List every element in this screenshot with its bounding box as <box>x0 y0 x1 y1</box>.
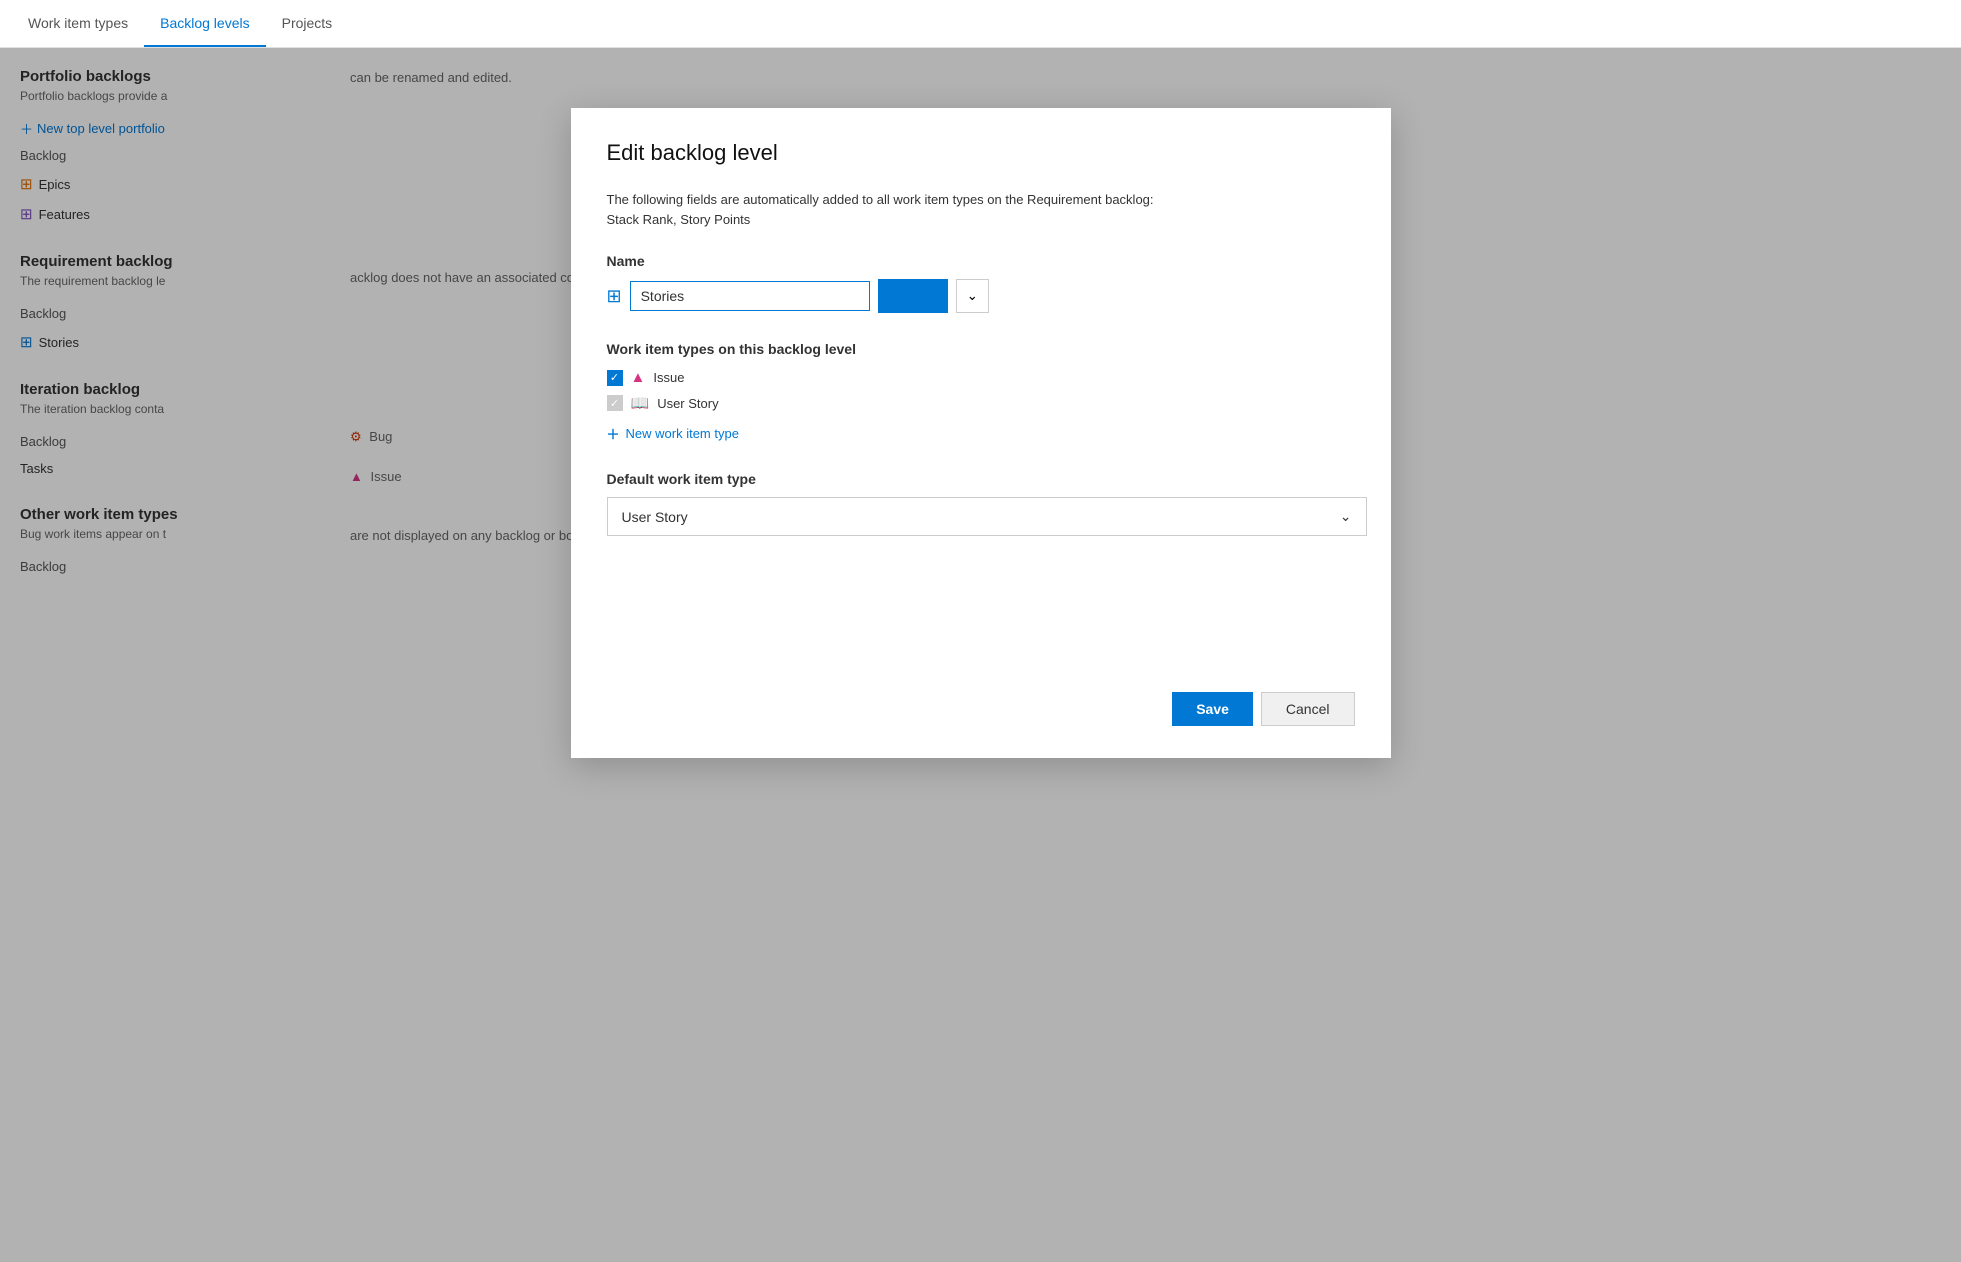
add-wit-plus-icon: ＋ <box>607 424 620 443</box>
tab-work-item-types[interactable]: Work item types <box>12 1 144 47</box>
main-content: Portfolio backlogs Portfolio backlogs pr… <box>0 48 1961 1262</box>
default-wit-value: User Story <box>622 509 688 525</box>
name-input[interactable] <box>630 281 870 311</box>
modal-info: The following fields are automatically a… <box>607 190 1355 229</box>
add-wit-link[interactable]: ＋ New work item type <box>607 424 1355 443</box>
user-story-checkbox[interactable]: ✓ <box>607 395 623 411</box>
check-mark-issue: ✓ <box>610 371 619 384</box>
chevron-down-icon: ⌄ <box>967 288 978 304</box>
user-story-wit-icon: 📖 <box>631 394 650 412</box>
issue-wit-name: Issue <box>653 370 684 385</box>
modal-info-line2: Stack Rank, Story Points <box>607 210 1355 230</box>
default-wit-label: Default work item type <box>607 471 1355 487</box>
save-button[interactable]: Save <box>1172 692 1253 726</box>
modal-title: Edit backlog level <box>607 140 1355 166</box>
dropdown-chevron-icon: ⌄ <box>1340 508 1352 525</box>
issue-wit-icon: ▲ <box>631 369 646 386</box>
name-label: Name <box>607 253 1355 269</box>
tab-backlog-levels[interactable]: Backlog levels <box>144 1 266 47</box>
modal-footer: Save Cancel <box>607 660 1355 726</box>
tab-projects[interactable]: Projects <box>266 1 349 47</box>
edit-backlog-modal: Edit backlog level The following fields … <box>571 108 1391 758</box>
user-story-wit-name: User Story <box>657 396 718 411</box>
add-wit-label: New work item type <box>626 426 739 441</box>
issue-checkbox[interactable]: ✓ <box>607 370 623 386</box>
chevron-button[interactable]: ⌄ <box>956 279 989 313</box>
name-grid-icon: ⊞ <box>607 286 622 307</box>
color-button[interactable] <box>878 279 948 313</box>
modal-info-line1: The following fields are automatically a… <box>607 190 1355 210</box>
cancel-button[interactable]: Cancel <box>1261 692 1355 726</box>
tab-bar: Work item types Backlog levels Projects <box>0 0 1961 48</box>
wit-section-label: Work item types on this backlog level <box>607 341 1355 357</box>
wit-item-issue: ✓ ▲ Issue <box>607 369 1355 386</box>
wit-item-user-story: ✓ 📖 User Story <box>607 394 1355 412</box>
default-wit-dropdown[interactable]: User Story ⌄ <box>607 497 1367 536</box>
check-mark-user-story: ✓ <box>610 397 619 410</box>
name-row: ⊞ ⌄ <box>607 279 1355 313</box>
